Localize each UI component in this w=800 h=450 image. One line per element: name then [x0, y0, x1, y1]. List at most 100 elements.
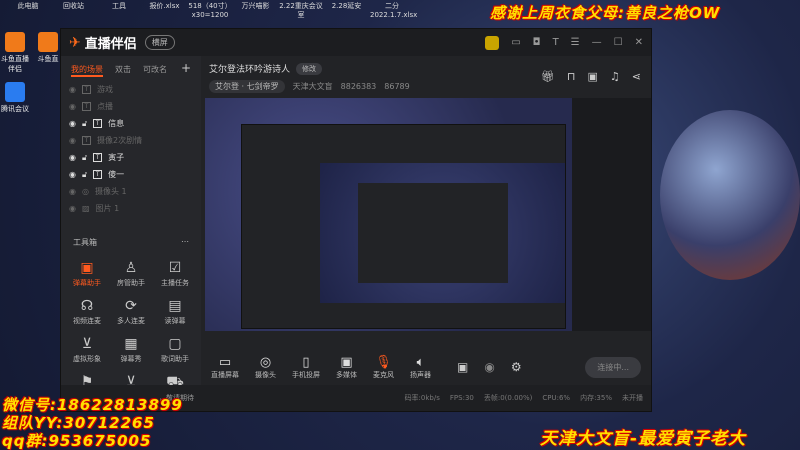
eye-icon[interactable]: ◉: [484, 360, 494, 374]
scene-item[interactable]: ◉ 🔓︎ T 信息: [61, 115, 201, 132]
scene-item[interactable]: ◉ 🔓︎ T 寅子: [61, 149, 201, 166]
tab-double-click[interactable]: 双击: [115, 64, 131, 77]
scene-item[interactable]: ◉ T 游戏: [61, 81, 201, 98]
eye-icon[interactable]: ◉: [69, 102, 76, 111]
category-select[interactable]: 艾尔登 · 七剑帝罗: [209, 80, 285, 93]
app-name: 直播伴侣: [84, 37, 137, 52]
text-icon: T: [81, 136, 91, 145]
edit-button[interactable]: 修改: [296, 62, 323, 75]
lyrics-icon: ▢: [168, 336, 182, 352]
monitor-icon[interactable]: ▭: [511, 37, 520, 48]
lock-icon[interactable]: 🔓︎: [82, 170, 87, 180]
scene-label: 傻一: [108, 170, 125, 179]
lock-icon[interactable]: 🔓︎: [82, 153, 87, 163]
eye-icon[interactable]: ◉: [69, 187, 76, 196]
download-icon: ⊻: [81, 336, 93, 352]
tool-danmu-helper[interactable]: ▣ 弹幕助手: [65, 260, 109, 288]
danmu-icon: ▣: [80, 260, 94, 276]
tool-label: 主播任务: [161, 279, 189, 287]
scene-item[interactable]: ◉ 🔓︎ T 傻一: [61, 166, 201, 183]
box-icon[interactable]: ▣: [588, 70, 598, 83]
tool-danmu-show[interactable]: ▦ 弹幕秀: [109, 336, 153, 364]
lock-icon[interactable]: 🔓︎: [82, 119, 87, 129]
record-icon[interactable]: ▣: [457, 360, 468, 374]
eye-icon[interactable]: ◉: [69, 119, 76, 128]
desktop-icon[interactable]: 报价.xlsx: [143, 2, 187, 24]
screen-share-button[interactable]: ▭ 直播屏幕: [211, 355, 239, 380]
media-button[interactable]: ▣ 多媒体: [336, 355, 357, 380]
desktop-icon[interactable]: 2.28延安: [325, 2, 369, 24]
menu-icon[interactable]: ☰: [571, 37, 580, 48]
shirt-icon[interactable]: T: [553, 37, 559, 48]
maximize-icon[interactable]: ☐: [614, 37, 623, 48]
unlock-icon[interactable]: ⊓: [567, 70, 576, 83]
desktop-icon[interactable]: 2.22重庆会议室: [279, 2, 323, 24]
eye-icon[interactable]: ◉: [69, 204, 76, 213]
desktop-icon-douyu2[interactable]: 斗鱼直: [33, 32, 63, 64]
desktop-icon-douyu[interactable]: 斗鱼直播伴侣: [0, 32, 30, 74]
button-label: 多媒体: [336, 370, 357, 379]
tab-my-scenes[interactable]: 我的场景: [71, 64, 103, 77]
tool-video-link[interactable]: ☊ 视频连麦: [65, 298, 109, 326]
add-scene-icon[interactable]: +: [181, 62, 191, 77]
scene-item[interactable]: ◉ ▨ 图片 1: [61, 200, 201, 217]
phone-cast-button[interactable]: ▯ 手机投屏: [292, 355, 320, 380]
desktop-icon-tencent-meeting[interactable]: 腾讯会议: [0, 82, 30, 114]
logo-icon: ✈: [69, 34, 81, 51]
scene-label: 信息: [108, 119, 125, 128]
thanks-banner: 感谢上周衣食父母:善良之枪OW: [490, 4, 721, 22]
text-icon: T: [93, 170, 103, 179]
desktop-icon[interactable]: 此电脑: [6, 2, 50, 24]
eye-icon[interactable]: ◉: [69, 170, 76, 179]
tool-virtual-avatar[interactable]: ⊻ 虚拟形象: [65, 336, 109, 364]
scene-item[interactable]: ◉ T 摄像2次剧情: [61, 132, 201, 149]
microphone-button[interactable]: 🎙︎ 麦克风: [373, 355, 394, 380]
tool-read-danmu[interactable]: ▤ 读弹幕: [153, 298, 197, 326]
more-icon[interactable]: ⋯: [181, 237, 189, 248]
eye-icon[interactable]: ◉: [69, 153, 76, 162]
desktop-icon[interactable]: 回收站: [52, 2, 96, 24]
desktop-icon[interactable]: 工具: [97, 2, 141, 24]
tool-room-admin[interactable]: ♙ 房管助手: [109, 260, 153, 288]
eye-icon[interactable]: ◉: [69, 136, 76, 145]
qq-text: qq群:953675005: [2, 432, 152, 450]
skin-icon[interactable]: ◘: [533, 37, 541, 48]
scene-item[interactable]: ◉ ◎ 摄像头 1: [61, 183, 201, 200]
badge-icon[interactable]: [485, 35, 500, 50]
camera-button[interactable]: ◎ 摄像头: [255, 355, 276, 380]
settings-icon[interactable]: ⚙: [511, 360, 522, 374]
desktop-icon[interactable]: 二分 2022.1.7.xlsx: [370, 2, 417, 24]
scene-item[interactable]: ◉ T 点播: [61, 98, 201, 115]
icon-label: 斗鱼直: [37, 55, 59, 63]
scene-panel: 我的场景 双击 可改名 + ◉ T 游戏 ◉ T 点播 ◉ 🔓︎ T 信息 ◉ T 摄像2次剧情 …: [61, 56, 201, 390]
orientation-toggle[interactable]: 横屏: [144, 35, 175, 50]
eye-icon[interactable]: ◉: [69, 85, 76, 94]
tab-rename[interactable]: 可改名: [143, 64, 167, 77]
start-live-button[interactable]: 连接中...: [585, 356, 641, 378]
text-icon: T: [93, 153, 103, 162]
tool-streamer-tasks[interactable]: ☑ 主播任务: [153, 260, 197, 288]
button-label: 扬声器: [410, 370, 431, 379]
share-icon[interactable]: ⋖: [632, 70, 641, 83]
preview-recursive-window: [320, 163, 565, 303]
camera-icon: ◎: [259, 354, 272, 370]
wechat-text: 微信号:18622813899: [2, 396, 183, 414]
gift-icon[interactable]: 🎁︎: [541, 70, 555, 83]
bell-icon[interactable]: ♫: [610, 70, 620, 83]
button-label: 直播屏幕: [211, 370, 239, 379]
desktop-top-icons: 此电脑 回收站 工具 报价.xlsx 518（40寸）x30=1200 万兴喵影…: [0, 0, 420, 26]
speaker-button[interactable]: 🔈︎ 扬声器: [410, 355, 431, 380]
desktop-icon[interactable]: 万兴喵影: [234, 2, 278, 24]
minimize-icon[interactable]: —: [592, 37, 602, 48]
tool-lyrics[interactable]: ▢ 歌词助手: [153, 336, 197, 364]
tool-label: 视频连麦: [73, 317, 101, 325]
microphone-icon: 🎙︎: [375, 354, 392, 370]
live-state: 未开播: [622, 394, 643, 402]
cpu: CPU:6%: [542, 394, 571, 402]
slogan-overlay: 天津大文盲-最爱寅子老大: [540, 429, 747, 449]
stream-title[interactable]: 艾尔登法环吟游诗人: [209, 62, 290, 75]
tool-multi-link[interactable]: ⟳ 多人连麦: [109, 298, 153, 326]
desktop-icon[interactable]: 518（40寸）x30=1200: [188, 2, 232, 24]
close-icon[interactable]: ✕: [635, 37, 643, 48]
stream-preview[interactable]: [205, 98, 572, 331]
